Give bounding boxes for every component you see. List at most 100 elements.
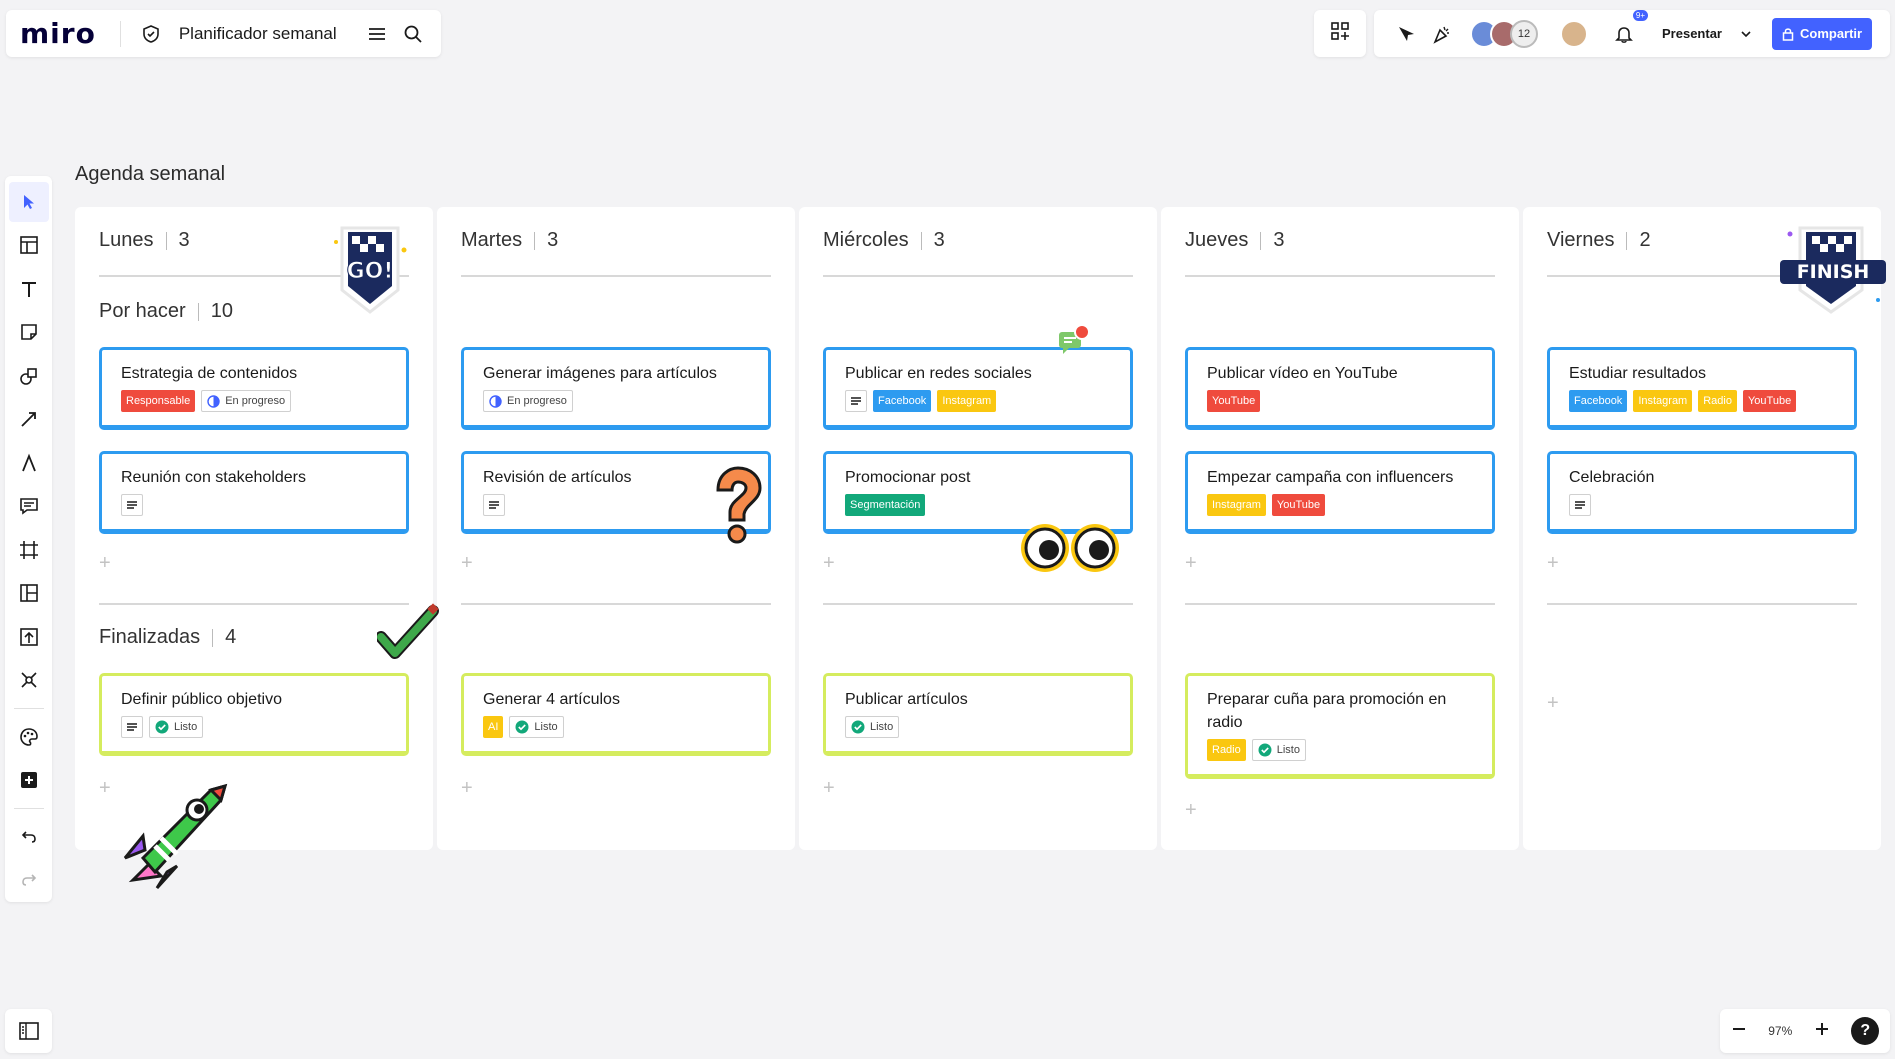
upload-icon[interactable] <box>9 617 49 657</box>
status-tag[interactable]: Listo <box>149 716 204 738</box>
status-tag[interactable]: Listo <box>509 716 564 738</box>
status-tag[interactable]: Listo <box>1251 739 1306 761</box>
search-icon[interactable] <box>395 16 431 52</box>
avatar-group[interactable]: 12 <box>1470 19 1538 48</box>
note-icon[interactable] <box>121 494 143 516</box>
column-header: Martes 3 <box>461 229 558 252</box>
card-title: Reunión con stakeholders <box>121 469 307 486</box>
select-tool-icon[interactable] <box>8 182 49 222</box>
text-tool-icon[interactable] <box>9 269 49 309</box>
status-tag[interactable]: En progreso <box>483 390 573 412</box>
sticky-note-icon[interactable] <box>9 313 49 353</box>
help-button[interactable]: ? <box>1851 1017 1880 1045</box>
tag-label[interactable]: Instagram <box>1633 390 1693 412</box>
user-avatar[interactable] <box>1560 19 1588 48</box>
frame-icon[interactable] <box>9 530 49 570</box>
eyes-sticker[interactable] <box>1018 518 1122 583</box>
connector-arrow-icon[interactable] <box>9 400 49 440</box>
notification-badge: 9+ <box>1632 9 1648 21</box>
add-card-icon[interactable]: + <box>823 552 835 575</box>
comment-bubble-icon[interactable] <box>1057 324 1090 363</box>
task-card[interactable]: Celebración <box>1547 451 1857 534</box>
miro-logo[interactable]: miro <box>16 17 108 50</box>
zoom-level[interactable]: 97% <box>1768 1024 1792 1038</box>
task-card[interactable]: Generar 4 artículos AI Listo <box>461 673 771 756</box>
panel-toggle-icon[interactable] <box>5 1009 52 1053</box>
status-tag[interactable]: En progreso <box>201 390 292 412</box>
group-header-todo: Por hacer 10 <box>99 300 233 323</box>
divider <box>1185 275 1495 277</box>
task-card[interactable]: Definir público objetivo Listo <box>99 673 409 756</box>
tag-label[interactable]: Facebook <box>873 390 932 412</box>
tag-label[interactable]: Instagram <box>1207 494 1266 516</box>
tag-label[interactable]: YouTube <box>1742 390 1797 412</box>
checkmark-sticker[interactable] <box>375 603 441 668</box>
note-icon[interactable] <box>845 390 867 412</box>
card-title: Promocionar post <box>845 469 971 486</box>
divider <box>1547 603 1857 605</box>
mindmap-icon[interactable] <box>9 661 49 701</box>
tag-label[interactable]: AI <box>483 716 504 738</box>
add-card-icon[interactable]: + <box>461 552 473 575</box>
status-tag[interactable]: Listo <box>845 716 900 738</box>
menu-icon[interactable] <box>359 16 395 52</box>
task-card[interactable]: Publicar vídeo en YouTube YouTube <box>1185 347 1495 430</box>
add-card-icon[interactable]: + <box>1185 552 1197 575</box>
undo-icon[interactable] <box>9 817 49 857</box>
tag-label[interactable]: Facebook <box>1569 390 1628 412</box>
card-title: Estrategia de contenidos <box>121 365 298 382</box>
palette-icon[interactable] <box>9 717 49 757</box>
task-card[interactable]: Generar imágenes para artículos En progr… <box>461 347 771 430</box>
task-card[interactable]: Estrategia de contenidos Responsable En … <box>99 347 409 430</box>
tag-label[interactable]: Segmentación <box>845 494 926 516</box>
zoom-in-icon[interactable] <box>1814 1021 1830 1042</box>
note-icon[interactable] <box>483 494 505 516</box>
day-column-jueves[interactable]: Jueves 3 Publicar vídeo en YouTube YouTub… <box>1161 207 1519 850</box>
apps-button[interactable] <box>1314 10 1366 57</box>
kanban-icon[interactable] <box>9 574 49 614</box>
question-mark-sticker[interactable] <box>706 464 768 551</box>
add-card-icon[interactable]: + <box>1547 552 1559 575</box>
add-card-icon[interactable]: + <box>99 552 111 575</box>
tag-label[interactable]: YouTube <box>1271 494 1326 516</box>
redo-icon[interactable] <box>9 860 49 900</box>
task-card[interactable]: Publicar artículos Listo <box>823 673 1133 756</box>
note-icon[interactable] <box>121 716 143 738</box>
rocket-sticker[interactable] <box>115 780 235 897</box>
notifications-icon[interactable]: 9+ <box>1606 9 1648 52</box>
finish-sticker[interactable]: FINISH <box>1778 220 1888 325</box>
tag-label[interactable]: Radio <box>1207 739 1246 761</box>
celebrate-icon[interactable] <box>1424 16 1460 52</box>
add-card-icon[interactable]: + <box>461 777 473 800</box>
task-card[interactable]: Preparar cuña para promoción en radio Ra… <box>1185 673 1495 779</box>
add-card-icon[interactable]: + <box>99 777 111 800</box>
divider <box>99 603 409 605</box>
shapes-icon[interactable] <box>9 356 49 396</box>
go-sticker[interactable]: GO! <box>332 220 422 325</box>
status-label: Listo <box>534 721 558 733</box>
share-button[interactable]: Compartir <box>1771 17 1873 50</box>
templates-icon[interactable] <box>9 226 49 266</box>
add-card-icon[interactable]: + <box>1547 692 1559 715</box>
tag-label[interactable]: Responsable <box>121 390 196 412</box>
cursor-follow-icon[interactable] <box>1388 16 1424 52</box>
tag-label[interactable]: Radio <box>1698 390 1737 412</box>
tag-label[interactable]: YouTube <box>1207 390 1261 412</box>
tag-label[interactable]: Instagram <box>937 390 997 412</box>
board-title[interactable]: Planificador semanal <box>179 24 337 44</box>
chevron-down-icon[interactable] <box>1734 16 1758 52</box>
add-card-icon[interactable]: + <box>823 777 835 800</box>
zoom-out-icon[interactable] <box>1731 1021 1747 1042</box>
task-card[interactable]: Estudiar resultados Facebook Instagram R… <box>1547 347 1857 430</box>
task-card[interactable]: Reunión con stakeholders <box>99 451 409 534</box>
present-button[interactable]: Presentar <box>1662 26 1722 41</box>
note-icon[interactable] <box>1569 494 1591 516</box>
add-card-icon[interactable]: + <box>1185 799 1197 822</box>
comment-icon[interactable] <box>9 487 49 527</box>
pen-icon[interactable] <box>9 443 49 483</box>
task-card[interactable]: Empezar campaña con influencers Instagra… <box>1185 451 1495 534</box>
shield-icon[interactable] <box>133 16 169 52</box>
day-count: 3 <box>547 229 559 251</box>
agenda-title[interactable]: Agenda semanal <box>75 163 225 186</box>
add-app-icon[interactable] <box>9 760 49 800</box>
